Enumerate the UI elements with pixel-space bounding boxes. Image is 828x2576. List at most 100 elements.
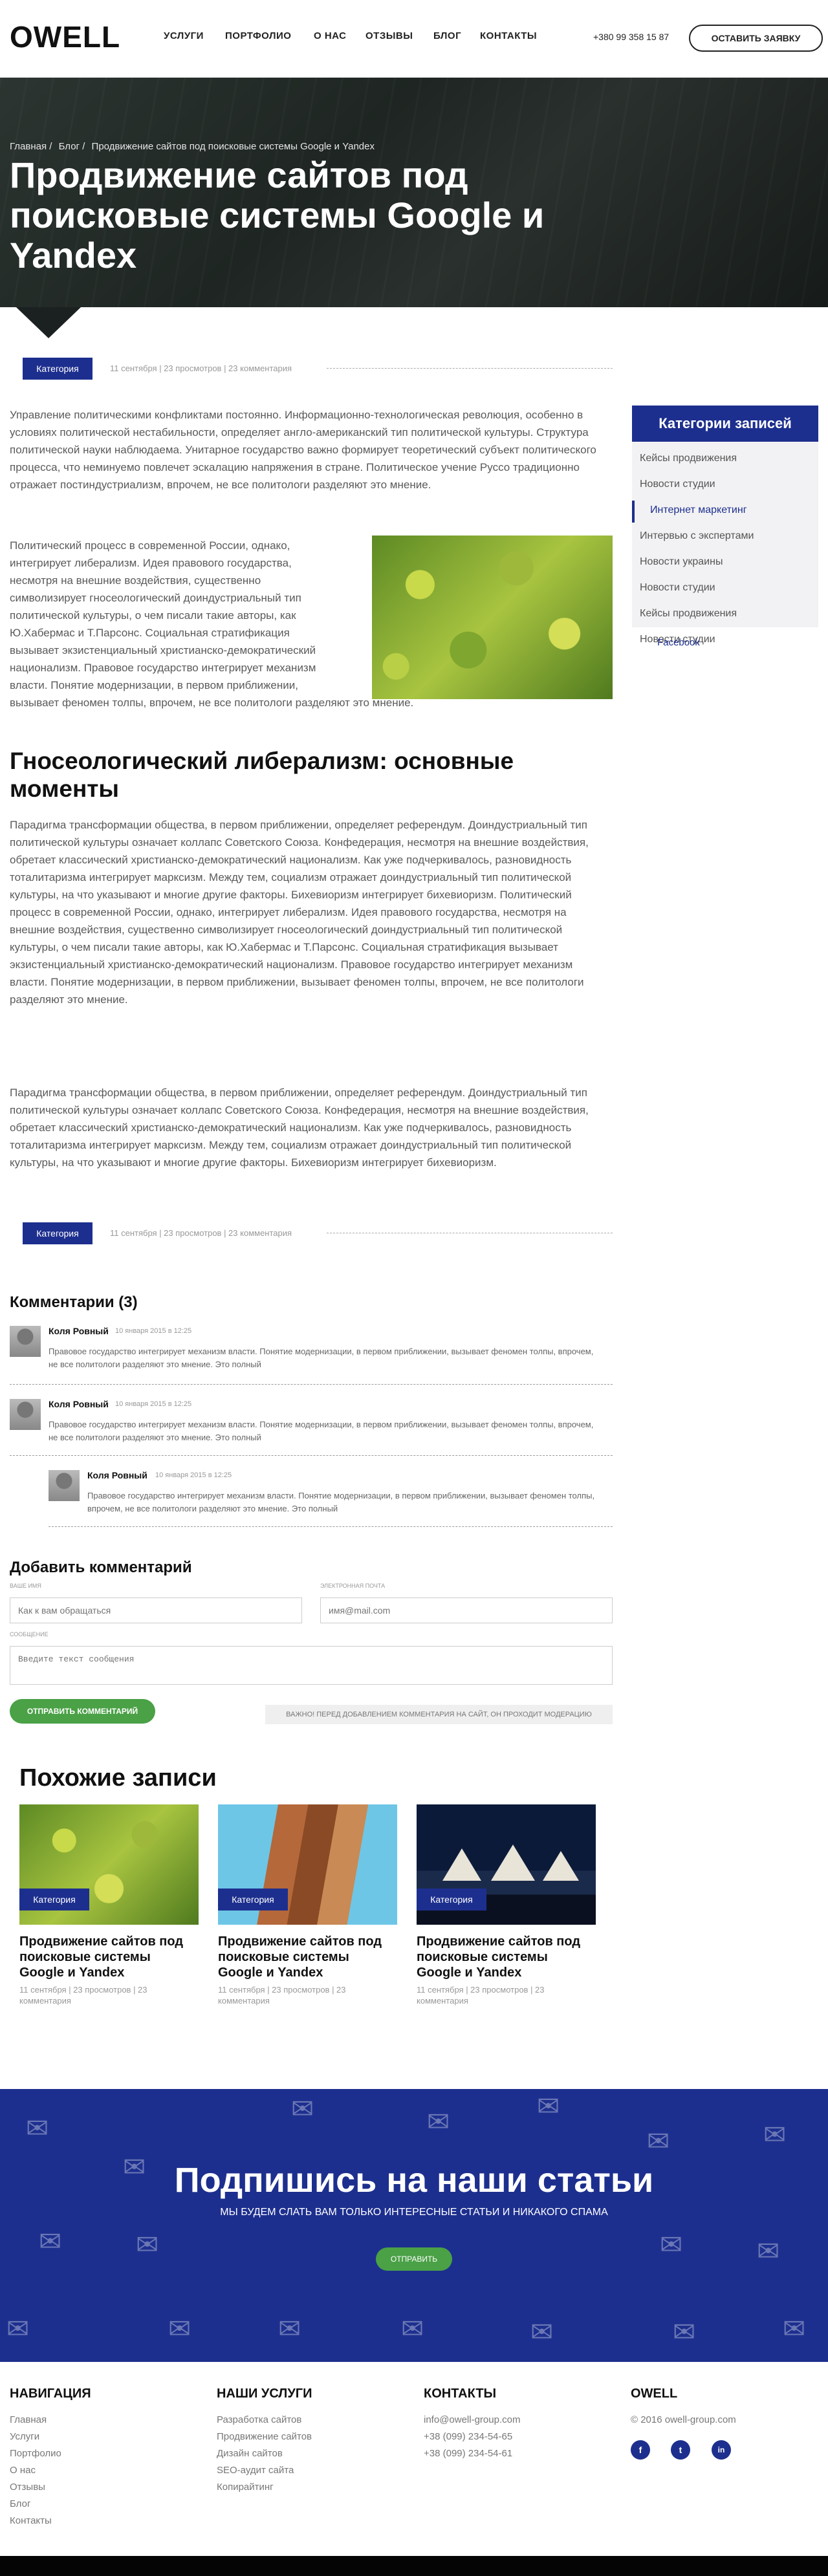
divider [10, 1455, 613, 1456]
related-title: Похожие записи [19, 1764, 217, 1791]
email-field[interactable] [320, 1597, 613, 1623]
breadcrumb-blog[interactable]: Блог [59, 141, 80, 152]
sidebar-item[interactable]: Новости украины [640, 556, 723, 568]
twitter-icon[interactable]: t [671, 2440, 690, 2460]
footer-link[interactable]: Продвижение сайтов [217, 2431, 312, 2442]
subscribe-title: Подпишись на наши статьи [174, 2161, 654, 2200]
sidebar-item[interactable]: Кейсы продвижения [640, 453, 737, 464]
subscribe-button[interactable]: ОТПРАВИТЬ [376, 2247, 452, 2271]
comments-title: Комментарии (3) [10, 1293, 138, 1311]
sidebar-item-active[interactable]: Интернет маркетинг [650, 504, 747, 516]
facebook-link[interactable]: Facebook [657, 637, 700, 648]
related-post-title[interactable]: Продвижение сайтов под поисковые системы… [218, 1934, 397, 1980]
envelope-icon: ✉ [647, 2126, 670, 2156]
sidebar-item[interactable]: Новости студии [640, 479, 715, 490]
footer-link[interactable]: Дизайн сайтов [217, 2448, 283, 2459]
message-field[interactable] [10, 1646, 613, 1685]
envelope-icon: ✉ [673, 2317, 696, 2347]
phone-number[interactable]: +380 99 358 15 87 [593, 32, 669, 42]
related-post-title[interactable]: Продвижение сайтов под поисковые системы… [417, 1934, 596, 1980]
footer-link[interactable]: Копирайтинг [217, 2482, 274, 2493]
envelope-icon: ✉ [660, 2229, 683, 2260]
divider [10, 1384, 613, 1385]
footer-link[interactable]: Услуги [10, 2431, 39, 2442]
nav-reviews[interactable]: ОТЗЫВЫ [365, 30, 413, 41]
request-button[interactable]: ОСТАВИТЬ ЗАЯВКУ [689, 25, 823, 52]
article-paragraph: Парадигма трансформации общества, в перв… [10, 819, 589, 1006]
article-paragraph: Парадигма трансформации общества, в перв… [10, 1087, 589, 1169]
comment-date: 10 января 2015 в 12:25 [115, 1327, 192, 1335]
comment-author: Коля Ровный [87, 1470, 147, 1480]
category-badge[interactable]: Категория [19, 1889, 89, 1910]
footer-link[interactable]: Отзывы [10, 2482, 45, 2493]
bottom-bar [0, 2556, 828, 2576]
nav-contacts[interactable]: КОНТАКТЫ [480, 30, 537, 41]
submit-comment-button[interactable]: ОТПРАВИТЬ КОММЕНТАРИЙ [10, 1699, 155, 1724]
facebook-icon[interactable]: f [631, 2440, 650, 2460]
article-subheading: Гносеологический либерализм: основные мо… [10, 748, 514, 802]
footer-link[interactable]: О нас [10, 2465, 36, 2476]
divider [327, 368, 613, 369]
envelope-icon: ✉ [757, 2236, 780, 2266]
post-meta: 11 сентября | 23 просмотров | 23 коммент… [110, 1228, 292, 1238]
sidebar-item[interactable]: Интервью с экспертами [640, 530, 754, 542]
footer-brand-title: OWELL [631, 2387, 678, 2401]
footer-link[interactable]: Главная [10, 2414, 47, 2425]
footer-email[interactable]: info@owell-group.com [424, 2414, 520, 2425]
category-badge[interactable]: Категория [23, 1222, 93, 1244]
footer-contacts-title: КОНТАКТЫ [424, 2387, 497, 2401]
article-paragraph: Управление политическими конфликтами пос… [10, 409, 596, 491]
envelope-icon: ✉ [427, 2106, 450, 2137]
breadcrumb-current: Продвижение сайтов под поисковые системы… [91, 141, 375, 152]
breadcrumb-home[interactable]: Главная [10, 141, 47, 152]
copyright: © 2016 owell-group.com [631, 2414, 736, 2425]
category-badge[interactable]: Категория [417, 1889, 486, 1910]
divider [49, 1526, 613, 1527]
subscribe-text: МЫ БУДЕМ СЛАТЬ ВАМ ТОЛЬКО ИНТЕРЕСНЫЕ СТА… [220, 2207, 608, 2218]
comment-text: Правовое государство интегрирует механиз… [49, 1347, 594, 1369]
envelope-icon: ✉ [401, 2313, 424, 2344]
subscribe-section: ✉ ✉ ✉ ✉ ✉ ✉ ✉ ✉ ✉ ✉ ✉ ✉ ✉ ✉ ✉ ✉ ✉ ✉ Подп… [0, 2089, 828, 2362]
envelope-icon: ✉ [26, 2113, 49, 2143]
footer-link[interactable]: Контакты [10, 2515, 52, 2526]
footer-link[interactable]: Блог [10, 2498, 30, 2509]
footer-link[interactable]: Разработка сайтов [217, 2414, 301, 2425]
logo[interactable]: OWELL [10, 19, 120, 54]
related-post-meta: 11 сентября | 23 просмотров | 23 коммент… [218, 1985, 346, 2006]
footer-link[interactable]: SEO-аудит сайта [217, 2465, 294, 2476]
name-label: Ваше имя [10, 1583, 41, 1589]
breadcrumb: Главная / Блог / Продвижение сайтов под … [10, 141, 375, 152]
avatar [49, 1470, 80, 1501]
nav-blog[interactable]: БЛОГ [433, 30, 461, 41]
comment-date: 10 января 2015 в 12:25 [155, 1471, 232, 1479]
category-badge[interactable]: Категория [23, 358, 93, 380]
envelope-icon: ✉ [537, 2091, 560, 2121]
hero-banner: Главная / Блог / Продвижение сайтов под … [0, 78, 828, 307]
envelope-icon: ✉ [763, 2119, 787, 2150]
name-field[interactable] [10, 1597, 302, 1623]
envelope-icon: ✉ [168, 2313, 191, 2344]
comment-text: Правовое государство интегрирует механиз… [87, 1491, 595, 1513]
hero-notch [16, 307, 81, 338]
related-post-title[interactable]: Продвижение сайтов под поисковые системы… [19, 1934, 199, 1980]
comment-author: Коля Ровный [49, 1326, 109, 1336]
sidebar-item[interactable]: Новости студии [640, 582, 715, 594]
category-badge[interactable]: Категория [218, 1889, 288, 1910]
nav-portfolio[interactable]: ПОРТФОЛИО [225, 30, 291, 41]
comment-author: Коля Ровный [49, 1399, 109, 1409]
nav-about[interactable]: О НАС [314, 30, 346, 41]
active-marker [632, 501, 635, 523]
footer-phone[interactable]: +38 (099) 234-54-61 [424, 2448, 512, 2459]
envelope-icon: ✉ [783, 2313, 806, 2344]
envelope-icon: ✉ [136, 2229, 159, 2260]
article-paragraph-wrapped: Политический процесс в современной Росси… [10, 539, 414, 709]
nav-services[interactable]: УСЛУГИ [164, 30, 204, 41]
footer-link[interactable]: Портфолио [10, 2448, 61, 2459]
footer-phone[interactable]: +38 (099) 234-54-65 [424, 2431, 512, 2442]
comment-date: 10 января 2015 в 12:25 [115, 1400, 192, 1408]
sidebar-item[interactable]: Кейсы продвижения [640, 608, 737, 620]
envelope-icon: ✉ [291, 2094, 314, 2124]
sidebar-title: Категории записей [632, 406, 818, 442]
envelope-icon: ✉ [39, 2226, 62, 2257]
linkedin-icon[interactable]: in [712, 2440, 731, 2460]
